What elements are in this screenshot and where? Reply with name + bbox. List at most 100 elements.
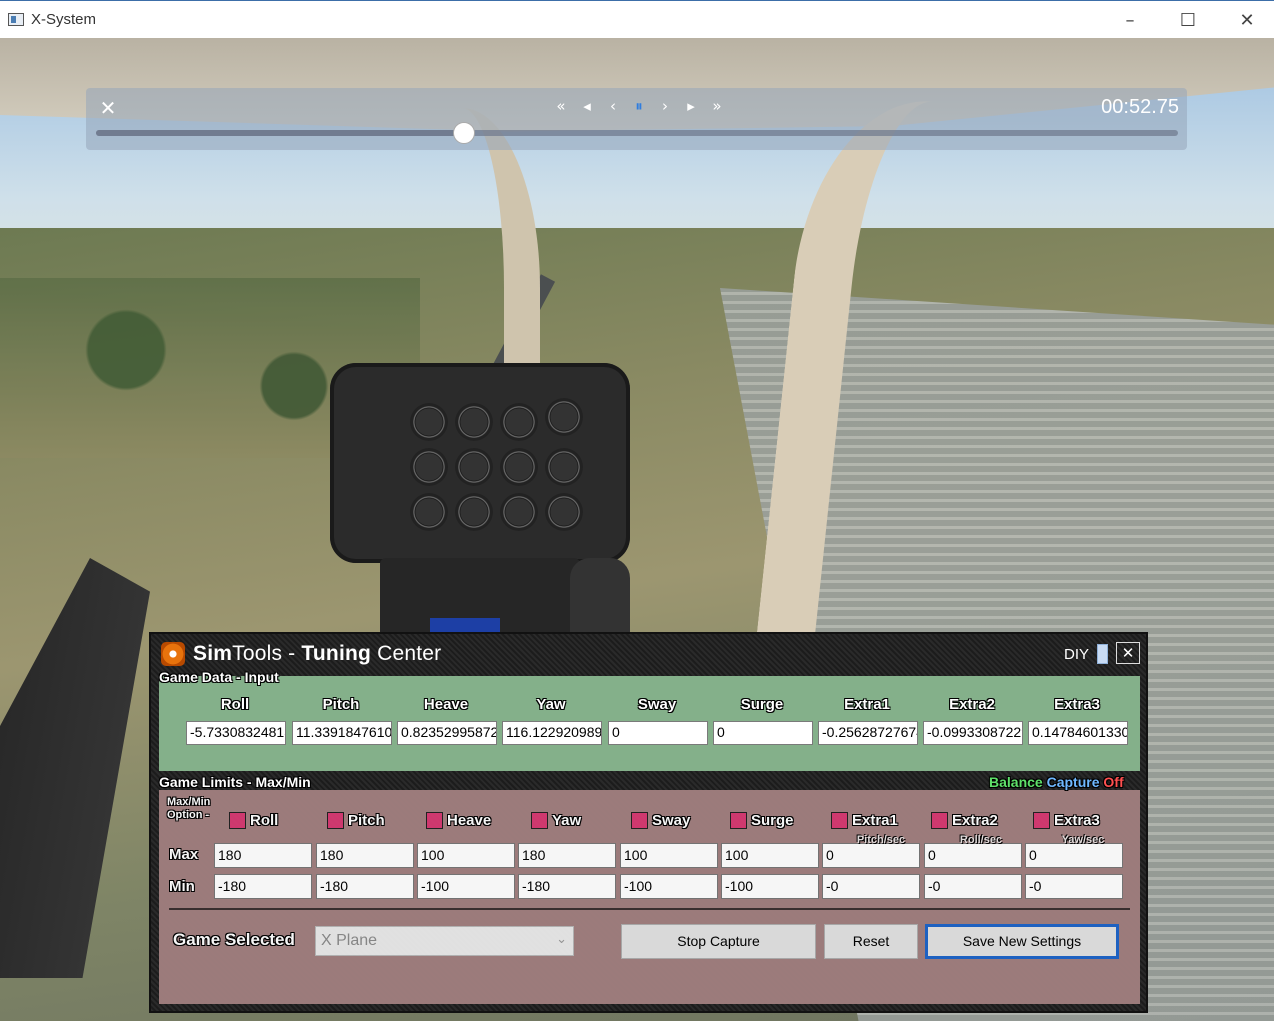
checkbox-extra2[interactable]: [931, 812, 948, 829]
min-value-heave[interactable]: -100: [417, 874, 515, 899]
axis-option-extra1[interactable]: Extra1: [831, 812, 898, 829]
max-value-extra2[interactable]: 0: [924, 843, 1022, 868]
max-value-sway[interactable]: 100: [620, 843, 718, 868]
min-value-sway[interactable]: -100: [620, 874, 718, 899]
axis-option-label: Extra1: [852, 812, 898, 829]
game-select-value: X Plane: [321, 932, 378, 949]
max-row-label: Max: [169, 846, 199, 863]
axis-option-label: Yaw: [552, 812, 582, 829]
timeline-thumb[interactable]: [452, 122, 475, 144]
axis-option-label: Surge: [751, 812, 794, 829]
game-select-dropdown[interactable]: X Plane ⌄: [315, 926, 574, 956]
save-new-settings-button[interactable]: Save New Settings: [925, 924, 1119, 959]
game-selected-label: Game Selected: [173, 930, 295, 949]
yaw-rate-label: Yaw/sec: [1061, 834, 1105, 846]
game-data-input-title: Game Data - Input: [159, 669, 279, 685]
input-value-sway[interactable]: 0: [608, 721, 708, 745]
input-value-surge[interactable]: 0: [713, 721, 813, 745]
axis-option-label: Sway: [652, 812, 691, 829]
input-value-yaw[interactable]: 116.122920989: [502, 721, 602, 745]
window-title: X-System: [31, 11, 97, 28]
input-value-roll[interactable]: -5.73308324813: [186, 721, 286, 745]
max-value-heave[interactable]: 100: [417, 843, 515, 868]
min-value-extra2[interactable]: -0: [924, 874, 1022, 899]
axis-option-label: Heave: [447, 812, 492, 829]
transport-controls: « ◂ ‹ ⏸ › ▸ »: [552, 94, 726, 118]
max-value-roll[interactable]: 180: [214, 843, 312, 868]
checkbox-extra3[interactable]: [1033, 812, 1050, 829]
checkbox-extra1[interactable]: [831, 812, 848, 829]
axis-option-label: Extra3: [1054, 812, 1100, 829]
axis-option-extra2[interactable]: Extra2: [931, 812, 998, 829]
input-value-extra2[interactable]: -0.09933087229: [923, 721, 1023, 745]
checkbox-sway[interactable]: [631, 812, 648, 829]
divider: [169, 908, 1130, 910]
play-button[interactable]: ▸: [682, 94, 700, 118]
checkbox-yaw[interactable]: [531, 812, 548, 829]
checkbox-pitch[interactable]: [327, 812, 344, 829]
close-window-button[interactable]: ✕: [1224, 6, 1270, 34]
gauge: [455, 403, 493, 441]
minimize-button[interactable]: –: [1107, 6, 1153, 34]
max-value-extra1[interactable]: 0: [822, 843, 920, 868]
min-value-extra1[interactable]: -0: [822, 874, 920, 899]
diy-toggle[interactable]: [1097, 644, 1108, 664]
axis-option-label: Roll: [250, 812, 279, 829]
simtools-logo-icon: [161, 642, 185, 666]
timeline-slider[interactable]: [96, 122, 1178, 144]
max-value-pitch[interactable]: 180: [316, 843, 414, 868]
max-value-extra3[interactable]: 0: [1025, 843, 1123, 868]
min-value-roll[interactable]: -180: [214, 874, 312, 899]
input-value-extra1[interactable]: -0.25628727674: [818, 721, 918, 745]
simtools-tuning-center: SimTools - Tuning Center DIY ✕ Game Data…: [149, 632, 1148, 1013]
gauge: [500, 493, 538, 531]
play-reverse-button[interactable]: ◂: [578, 94, 596, 118]
min-value-pitch[interactable]: -180: [316, 874, 414, 899]
column-header-heave: Heave: [423, 696, 469, 713]
axis-option-roll[interactable]: Roll: [229, 812, 278, 829]
min-value-surge[interactable]: -100: [721, 874, 819, 899]
axis-option-pitch[interactable]: Pitch: [327, 812, 385, 829]
step-back-button[interactable]: ‹: [604, 94, 622, 118]
fast-rewind-button[interactable]: «: [552, 94, 570, 118]
min-row-label: Min: [169, 878, 195, 895]
column-header-surge: Surge: [740, 696, 784, 713]
checkbox-surge[interactable]: [730, 812, 747, 829]
maxmin-option-label: Max/Min Option -: [167, 796, 211, 821]
maximize-button[interactable]: ☐: [1165, 6, 1211, 34]
reset-button[interactable]: Reset: [824, 924, 918, 959]
simtools-title: SimTools - Tuning Center: [193, 642, 442, 665]
axis-option-label: Pitch: [348, 812, 385, 829]
replay-time: 00:52.75: [1101, 96, 1179, 118]
max-value-yaw[interactable]: 180: [518, 843, 616, 868]
simtools-close-button[interactable]: ✕: [1116, 642, 1140, 664]
pause-button[interactable]: ⏸: [630, 94, 648, 118]
axis-option-heave[interactable]: Heave: [426, 812, 491, 829]
stop-capture-button[interactable]: Stop Capture: [621, 924, 816, 959]
input-value-extra3[interactable]: 0.14784601330: [1028, 721, 1128, 745]
column-header-pitch: Pitch: [322, 696, 360, 713]
close-icon[interactable]: ✕: [97, 97, 119, 119]
min-value-extra3[interactable]: -0: [1025, 874, 1123, 899]
axis-option-yaw[interactable]: Yaw: [531, 812, 581, 829]
gauge: [545, 493, 583, 531]
gauge: [500, 448, 538, 486]
game-limits-title: Game Limits - Max/Min: [159, 774, 311, 790]
input-value-heave[interactable]: 0.82352995872: [397, 721, 497, 745]
input-value-pitch[interactable]: 11.3391847610: [292, 721, 392, 745]
checkbox-roll[interactable]: [229, 812, 246, 829]
axis-option-sway[interactable]: Sway: [631, 812, 690, 829]
simtools-titlebar: SimTools - Tuning Center DIY ✕: [151, 634, 1146, 672]
axis-option-extra3[interactable]: Extra3: [1033, 812, 1100, 829]
pitch-rate-label: Pitch/sec: [856, 834, 906, 846]
column-header-yaw: Yaw: [536, 696, 566, 713]
gauge: [410, 403, 448, 441]
axis-option-surge[interactable]: Surge: [730, 812, 794, 829]
max-value-surge[interactable]: 100: [721, 843, 819, 868]
column-header-sway: Sway: [637, 696, 677, 713]
axis-option-label: Extra2: [952, 812, 998, 829]
min-value-yaw[interactable]: -180: [518, 874, 616, 899]
fast-forward-button[interactable]: »: [708, 94, 726, 118]
checkbox-heave[interactable]: [426, 812, 443, 829]
step-forward-button[interactable]: ›: [656, 94, 674, 118]
